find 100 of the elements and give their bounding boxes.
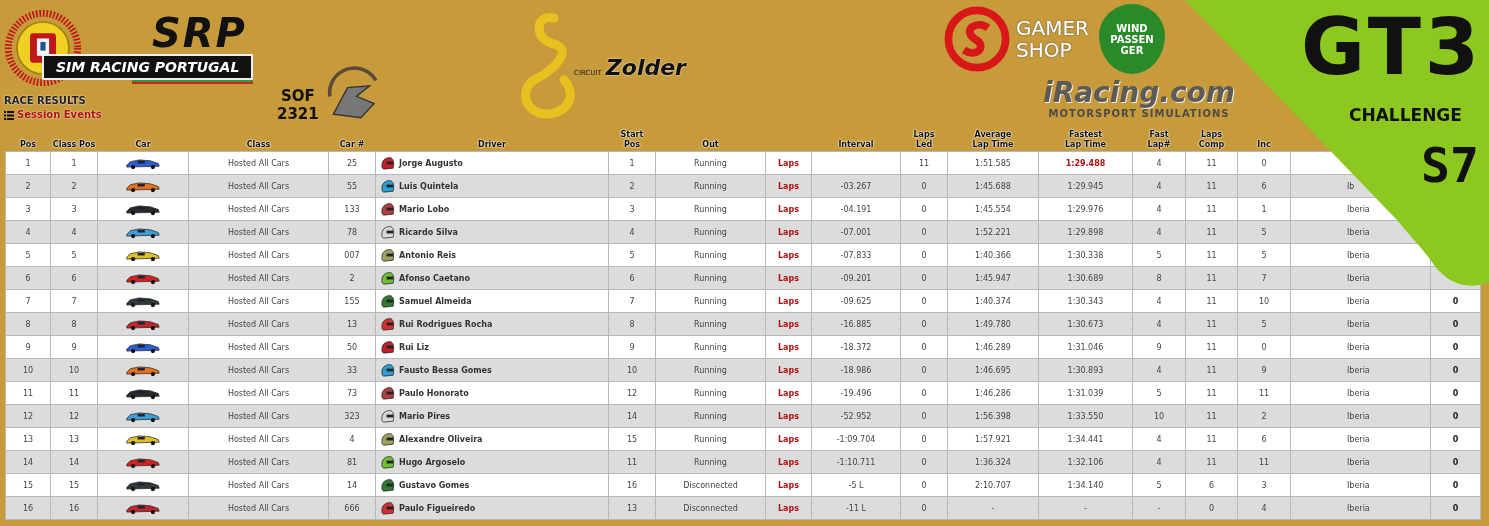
- driver-name: Paulo Figueiredo: [399, 503, 476, 513]
- table-cell: Iberia: [1290, 335, 1431, 359]
- table-cell: Running: [655, 381, 766, 405]
- race-car-icon: [125, 317, 161, 331]
- column-header: Class: [246, 140, 271, 149]
- race-car-icon: [125, 386, 161, 400]
- table-cell: 1: [608, 151, 656, 175]
- table-cell: Hosted All Cars: [188, 266, 329, 290]
- column-header: Fast Lap#: [1147, 130, 1171, 149]
- swirl-logo-icon: [944, 6, 1010, 72]
- race-car-icon: [125, 478, 161, 492]
- helmet-icon: [380, 408, 395, 424]
- table-cell: Running: [655, 220, 766, 244]
- sponsor-name: GAMER: [1016, 17, 1089, 39]
- race-car-icon: [125, 225, 161, 239]
- table-cell: 6: [5, 266, 51, 290]
- table-cell: Disconnected: [655, 473, 766, 497]
- column-header: Pos: [19, 140, 37, 149]
- table-cell: 10: [5, 358, 51, 382]
- column-header: Laps Comp: [1198, 130, 1225, 149]
- column-header: Car: [135, 140, 151, 149]
- race-car-icon: [125, 271, 161, 285]
- helmet-icon: [380, 270, 395, 286]
- column-header: Fastest Lap Time: [1065, 130, 1106, 149]
- column-header: Car #: [339, 140, 365, 149]
- race-car-icon: [125, 432, 161, 446]
- table-cell: 7: [5, 289, 51, 313]
- driver-name: Antonio Reis: [399, 250, 456, 260]
- table-cell: Running: [655, 358, 766, 382]
- table-cell: Running: [655, 151, 766, 175]
- table-cell: Iberia: [1290, 289, 1431, 313]
- table-cell: Hosted All Cars: [188, 174, 329, 198]
- column-header: Interval: [838, 140, 874, 149]
- sponsor-tagline: MOTORSPORT SIMULATIONS: [1048, 108, 1230, 120]
- driver-name: Jorge Augusto: [399, 158, 463, 168]
- helmet-icon: [380, 247, 395, 263]
- table-cell: Hosted All Cars: [188, 381, 329, 405]
- race-car-icon: [125, 294, 161, 308]
- table-cell: 8: [5, 312, 51, 336]
- helmet-icon: [380, 500, 395, 516]
- driver-name: Gustavo Gomes: [399, 480, 470, 490]
- helmet-icon: [380, 155, 395, 171]
- table-cell: 4: [1132, 151, 1186, 175]
- race-car-icon: [125, 202, 161, 216]
- driver-name: Fausto Bessa Gomes: [399, 365, 492, 375]
- driver-name: Rui Rodrigues Rocha: [399, 319, 493, 329]
- helmet-icon: [380, 362, 395, 378]
- sponsor-badge: WIND PASSEN GER: [1098, 4, 1165, 74]
- helmet-icon: [380, 477, 395, 493]
- track-logo-name: Zolder: [605, 55, 686, 80]
- table-cell: 13: [5, 427, 51, 451]
- driver-name: Paulo Honorato: [399, 388, 469, 398]
- table-cell: Running: [655, 243, 766, 267]
- page-title: RACE RESULTS: [4, 95, 86, 107]
- laps-link[interactable]: Laps: [765, 151, 812, 175]
- table-cell: 1:51.585: [947, 151, 1039, 175]
- table-cell: Hosted All Cars: [188, 496, 329, 520]
- table-cell: Iberia: [1290, 381, 1431, 405]
- table-cell: 14: [5, 450, 51, 474]
- table-cell: Iberia: [1290, 450, 1431, 474]
- helmet-icon: [380, 454, 395, 470]
- table-cell: 15: [5, 473, 51, 497]
- table-cell: Running: [655, 450, 766, 474]
- driver-name: Ricardo Silva: [399, 227, 458, 237]
- driver-name: Rui Liz: [399, 342, 429, 352]
- table-cell: 25: [328, 151, 376, 175]
- table-cell: 2: [5, 174, 51, 198]
- race-car-icon: [125, 179, 161, 193]
- table-cell: 0: [1237, 151, 1291, 175]
- table-cell: 4: [5, 220, 51, 244]
- helmet-icon: [380, 339, 395, 355]
- race-car-icon: [125, 501, 161, 515]
- table-cell: Iberia: [1290, 358, 1431, 382]
- driver-name: Samuel Almeida: [399, 296, 472, 306]
- table-cell: Hosted All Cars: [188, 151, 329, 175]
- table-cell: 16: [5, 496, 51, 520]
- logo-title: SRP: [151, 11, 248, 54]
- logo-subtitle: SIM RACING PORTUGAL: [42, 53, 254, 80]
- session-events-link[interactable]: Session Events: [17, 109, 102, 121]
- table-cell: Running: [655, 312, 766, 336]
- race-car-icon: [125, 248, 161, 262]
- table-cell: Hosted All Cars: [188, 243, 329, 267]
- table-cell: Hosted All Cars: [188, 358, 329, 382]
- table-cell: Hosted All Cars: [188, 473, 329, 497]
- table-cell: Running: [655, 266, 766, 290]
- table-cell: 1: [50, 151, 98, 175]
- race-car-icon: [125, 156, 161, 170]
- table-cell: 11: [900, 151, 948, 175]
- table-cell: Iberia: [1290, 404, 1431, 428]
- driver-name: Hugo Argoselo: [399, 457, 466, 467]
- table-cell: Iberia: [1290, 496, 1431, 520]
- table-cell: 11: [5, 381, 51, 405]
- helmet-icon: [380, 293, 395, 309]
- table-cell: 5: [5, 243, 51, 267]
- race-car-icon: [125, 455, 161, 469]
- driver-name: Mario Pires: [399, 411, 451, 421]
- table-cell: 12: [5, 404, 51, 428]
- column-header: Out: [702, 140, 719, 149]
- table-cell: 11: [1185, 151, 1238, 175]
- table-cell: Running: [655, 197, 766, 221]
